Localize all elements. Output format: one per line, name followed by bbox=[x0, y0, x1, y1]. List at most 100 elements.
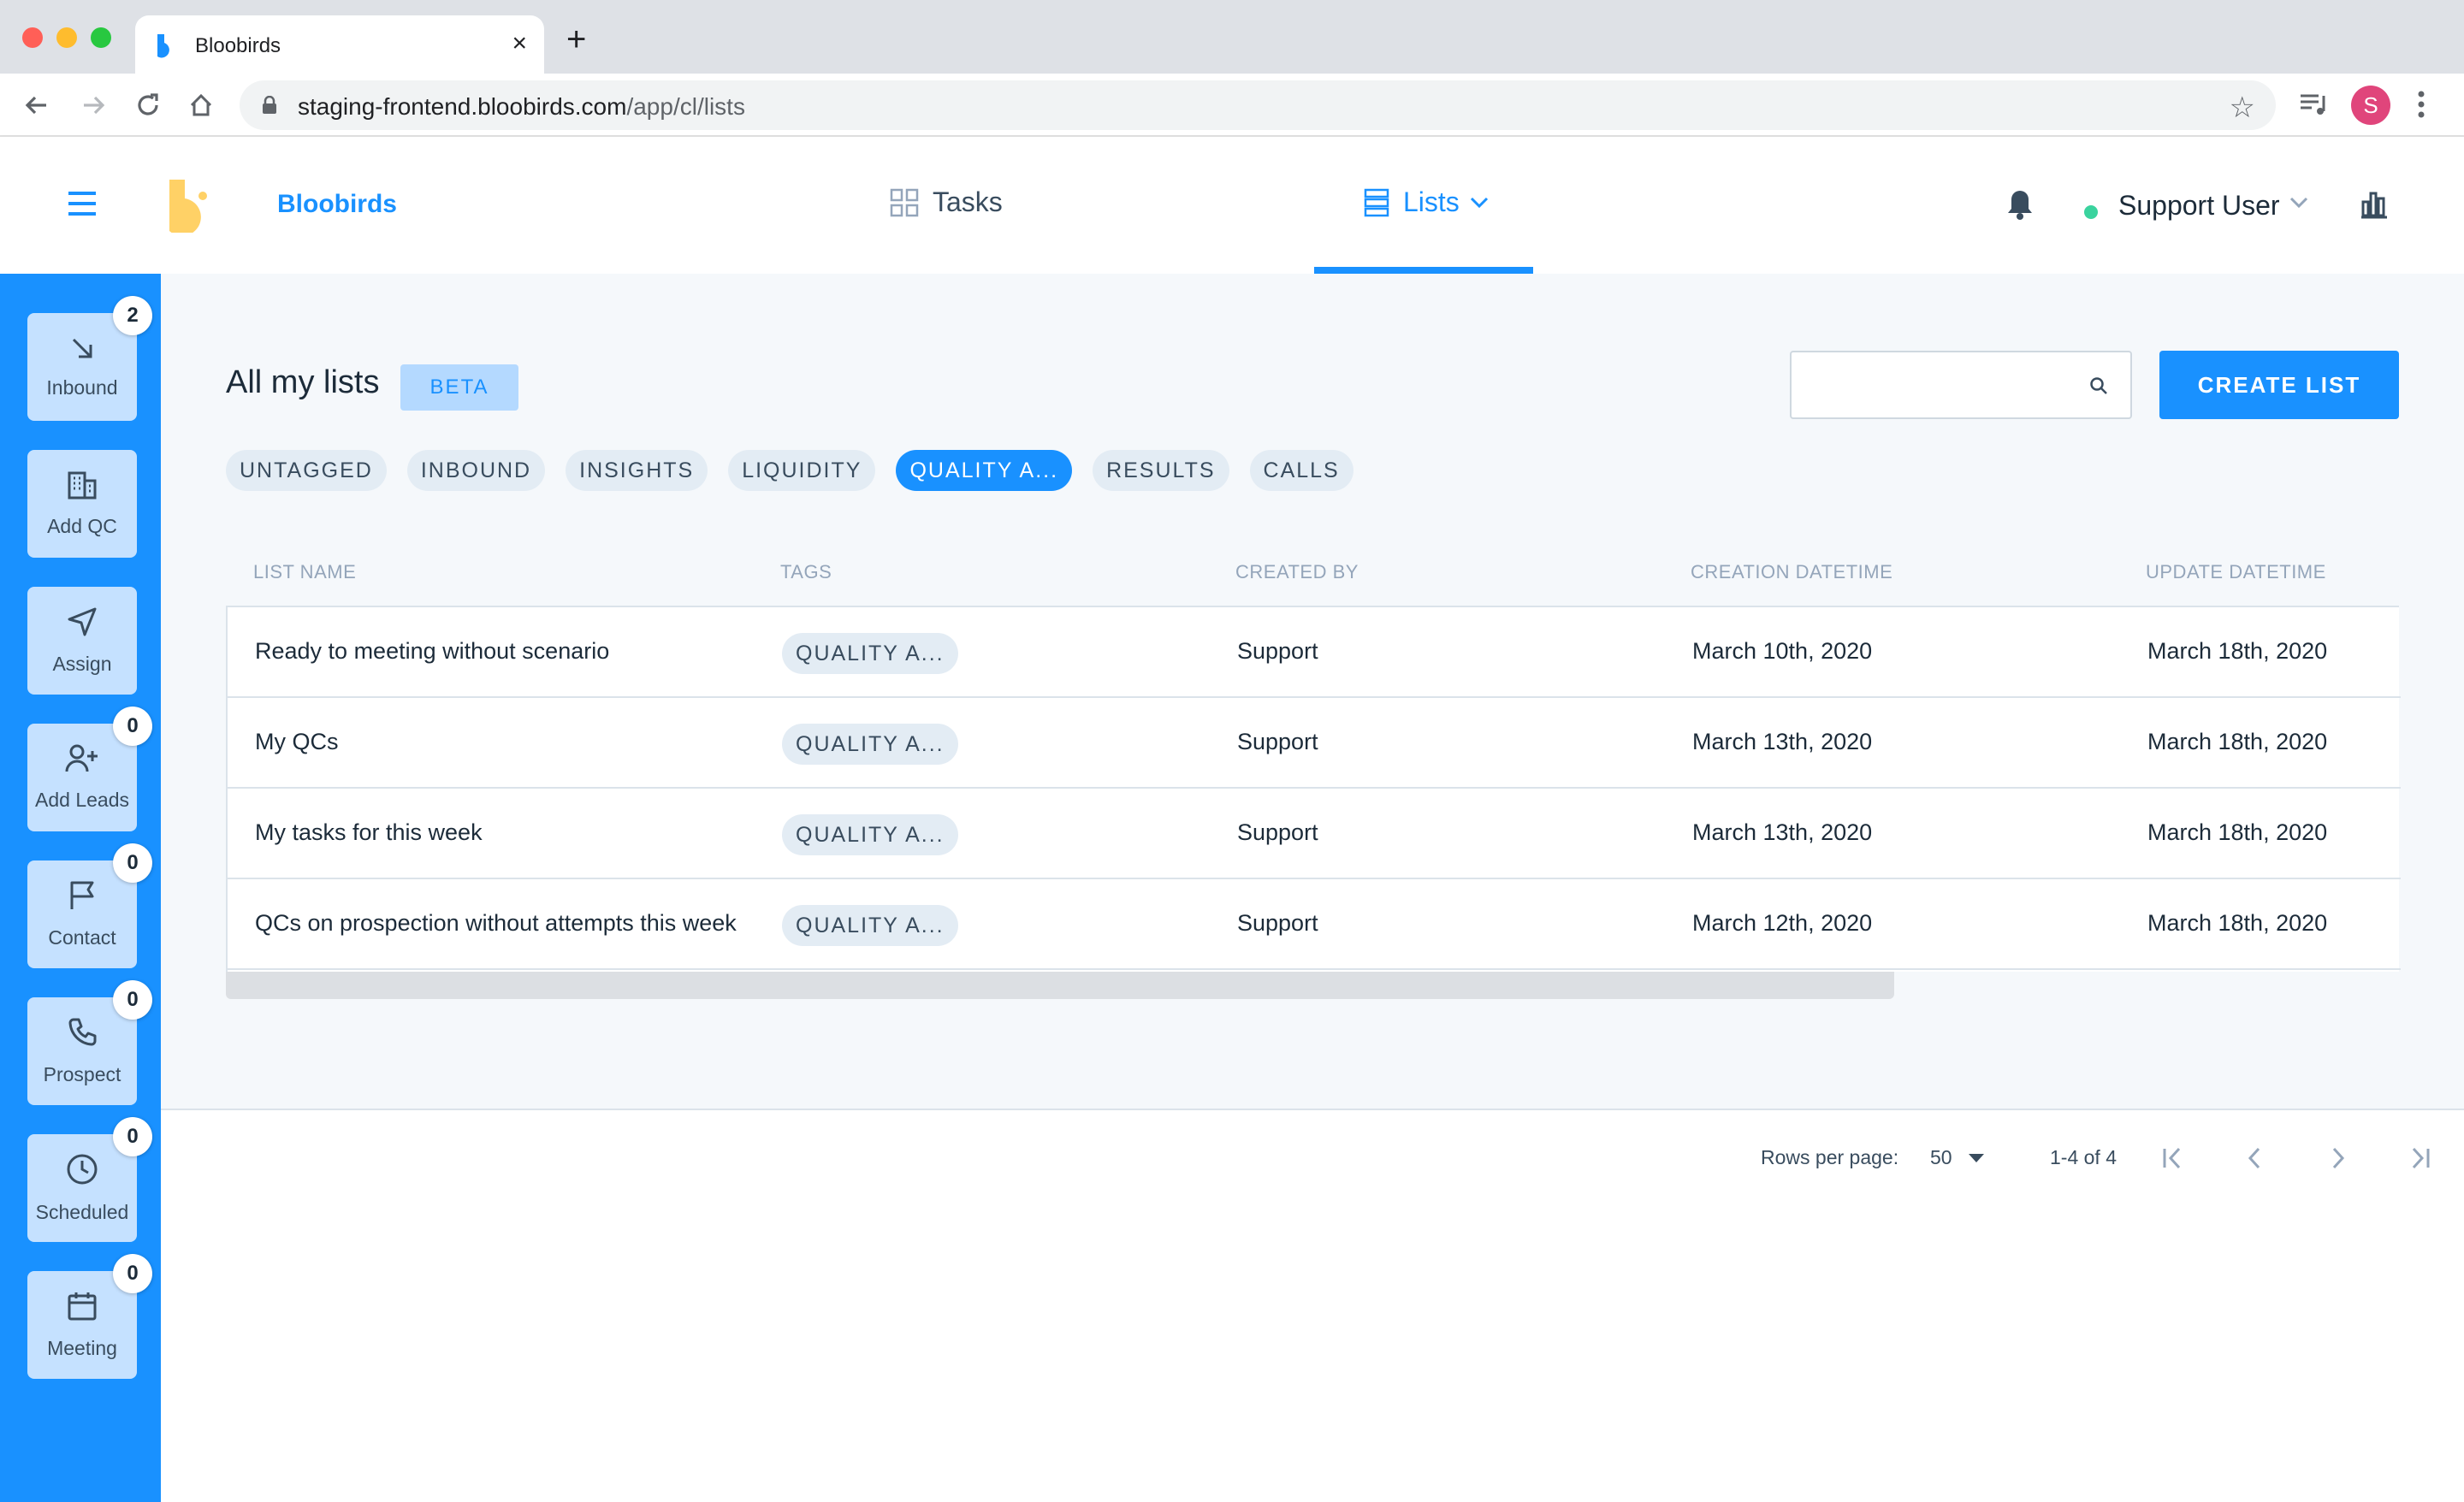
first-page-button[interactable] bbox=[2156, 1143, 2190, 1174]
reload-icon bbox=[138, 93, 158, 115]
rows-per-page-value: 50 bbox=[1930, 1146, 1952, 1168]
last-page-icon bbox=[2412, 1147, 2430, 1169]
tag-filter-quality[interactable]: QUALITY A... bbox=[896, 450, 1073, 491]
sidebar-item-label: Assign bbox=[52, 652, 112, 675]
lock-icon bbox=[263, 96, 276, 114]
tag-filter-insights[interactable]: INSIGHTS bbox=[566, 450, 708, 491]
sidebar-item-label: Add QC bbox=[47, 514, 117, 537]
sidebar-item-add-leads[interactable]: Add Leads 0 bbox=[27, 707, 152, 831]
reload-button[interactable] bbox=[132, 89, 164, 121]
table-row[interactable]: QCs on prospection without attempts this… bbox=[228, 879, 2401, 970]
nav-tasks[interactable]: Tasks bbox=[890, 186, 1003, 218]
horizontal-scrollbar[interactable] bbox=[226, 972, 1894, 999]
phone-icon bbox=[68, 1018, 97, 1045]
new-tab-button[interactable]: + bbox=[566, 22, 586, 56]
browser-menu-icon[interactable] bbox=[2416, 87, 2426, 121]
tag-filter-bar: UNTAGGED INBOUND INSIGHTS LIQUIDITY QUAL… bbox=[226, 450, 1374, 491]
sidebar-item-contact[interactable]: Contact 0 bbox=[27, 843, 152, 968]
sidebar-item-label: Add Leads bbox=[35, 788, 129, 811]
sidebar-item-meeting[interactable]: Meeting 0 bbox=[27, 1254, 152, 1379]
creation-date-cell: March 12th, 2020 bbox=[1692, 910, 1873, 936]
building-icon bbox=[68, 471, 97, 499]
search-input[interactable] bbox=[1790, 351, 2132, 419]
rows-per-page-label: Rows per page: bbox=[1761, 1146, 1899, 1168]
sidebar-item-add-qc[interactable]: Add QC bbox=[27, 450, 137, 558]
previous-page-button[interactable] bbox=[2238, 1143, 2272, 1174]
tag-chip[interactable]: QUALITY A... bbox=[782, 633, 958, 674]
forward-button[interactable] bbox=[77, 89, 110, 121]
chevron-down-icon bbox=[1470, 197, 1488, 208]
tab-title: Bloobirds bbox=[195, 34, 281, 57]
column-header-creation-datetime[interactable]: CREATION DATETIME bbox=[1691, 561, 1892, 583]
table-row[interactable]: My QCs QUALITY A... Support March 13th, … bbox=[228, 698, 2401, 789]
home-icon bbox=[190, 93, 212, 116]
tag-filter-results[interactable]: RESULTS bbox=[1093, 450, 1229, 491]
active-nav-indicator bbox=[1314, 267, 1533, 274]
update-date-cell: March 18th, 2020 bbox=[2147, 638, 2328, 664]
tag-filter-calls[interactable]: CALLS bbox=[1249, 450, 1353, 491]
column-header-created-by[interactable]: CREATED BY bbox=[1235, 561, 1359, 583]
back-button[interactable] bbox=[21, 89, 53, 121]
column-header-list-name[interactable]: LIST NAME bbox=[253, 561, 356, 583]
list-name-cell[interactable]: QCs on prospection without attempts this… bbox=[255, 910, 737, 937]
tag-filter-liquidity[interactable]: LIQUIDITY bbox=[728, 450, 876, 491]
brand-name[interactable]: Bloobirds bbox=[277, 190, 397, 219]
sidebar-item-assign[interactable]: Assign bbox=[27, 587, 137, 695]
created-by-cell: Support bbox=[1237, 638, 1318, 664]
create-list-button[interactable]: CREATE LIST bbox=[2159, 351, 2399, 419]
sidebar-item-scheduled[interactable]: Scheduled 0 bbox=[27, 1117, 152, 1242]
creation-date-cell: March 13th, 2020 bbox=[1692, 819, 1873, 845]
sidebar-item-prospect[interactable]: Prospect 0 bbox=[27, 980, 152, 1105]
user-plus-icon bbox=[65, 744, 98, 772]
address-bar[interactable]: staging-frontend.bloobirds.com/app/cl/li… bbox=[240, 80, 2276, 130]
tag-chip[interactable]: QUALITY A... bbox=[782, 905, 958, 946]
sidebar-item-inbound[interactable]: Inbound 2 bbox=[27, 296, 152, 421]
url-path: /app/cl/lists bbox=[626, 93, 745, 120]
tag-filter-untagged[interactable]: UNTAGGED bbox=[226, 450, 387, 491]
pagination-range: 1-4 of 4 bbox=[2050, 1146, 2117, 1168]
browser-tab[interactable]: Bloobirds × bbox=[135, 15, 544, 74]
creation-date-cell: March 13th, 2020 bbox=[1692, 729, 1873, 754]
bloobirds-logo-icon bbox=[169, 180, 207, 233]
profile-avatar[interactable]: S bbox=[2351, 86, 2390, 125]
window-zoom-button[interactable] bbox=[91, 27, 111, 48]
list-name-cell[interactable]: My QCs bbox=[255, 729, 339, 755]
tag-chip[interactable]: QUALITY A... bbox=[782, 814, 958, 855]
divider bbox=[161, 1109, 2464, 1110]
bookmark-star-icon[interactable]: ☆ bbox=[2230, 91, 2255, 125]
tag-filter-inbound[interactable]: INBOUND bbox=[406, 450, 546, 491]
beta-badge: BETA bbox=[400, 364, 518, 411]
table-row[interactable]: Ready to meeting without scenario QUALIT… bbox=[228, 607, 2401, 698]
page-title: All my lists bbox=[226, 364, 380, 400]
tab-close-icon[interactable]: × bbox=[512, 29, 527, 58]
list-name-cell[interactable]: My tasks for this week bbox=[255, 819, 483, 846]
next-page-button[interactable] bbox=[2320, 1143, 2354, 1174]
column-header-update-datetime[interactable]: UPDATE DATETIME bbox=[2146, 561, 2326, 583]
hamburger-menu-icon[interactable] bbox=[67, 190, 98, 217]
last-page-button[interactable] bbox=[2402, 1143, 2437, 1174]
chevron-down-icon[interactable] bbox=[2289, 197, 2308, 209]
browser-toolbar: staging-frontend.bloobirds.com/app/cl/li… bbox=[0, 74, 2464, 137]
update-date-cell: March 18th, 2020 bbox=[2147, 910, 2328, 936]
tag-chip[interactable]: QUALITY A... bbox=[782, 724, 958, 765]
count-badge: 0 bbox=[113, 980, 152, 1020]
lists-table: Ready to meeting without scenario QUALIT… bbox=[226, 606, 2401, 972]
home-button[interactable] bbox=[185, 89, 217, 121]
count-badge: 0 bbox=[113, 1117, 152, 1156]
media-playlist-icon[interactable] bbox=[2298, 89, 2329, 120]
column-header-tags[interactable]: TAGS bbox=[780, 561, 832, 583]
bar-chart-icon[interactable] bbox=[2358, 188, 2389, 219]
bell-icon[interactable] bbox=[2005, 188, 2035, 221]
window-close-button[interactable] bbox=[22, 27, 43, 48]
window-minimize-button[interactable] bbox=[56, 27, 77, 48]
url-host: staging-frontend.bloobirds.com bbox=[298, 93, 627, 120]
sidebar-item-label: Meeting bbox=[47, 1336, 117, 1359]
table-row[interactable]: My tasks for this week QUALITY A... Supp… bbox=[228, 789, 2401, 879]
nav-lists[interactable]: Lists bbox=[1364, 186, 1489, 218]
sidebar: Inbound 2 Add QC Assign Add Leads 0 Cont… bbox=[0, 274, 161, 1502]
user-name[interactable]: Support User bbox=[2118, 190, 2280, 222]
list-name-cell[interactable]: Ready to meeting without scenario bbox=[255, 638, 609, 665]
rows-per-page-select[interactable]: 50 bbox=[1930, 1146, 1985, 1169]
caret-down-icon bbox=[1968, 1153, 1984, 1162]
chevron-left-icon bbox=[2248, 1147, 2260, 1169]
